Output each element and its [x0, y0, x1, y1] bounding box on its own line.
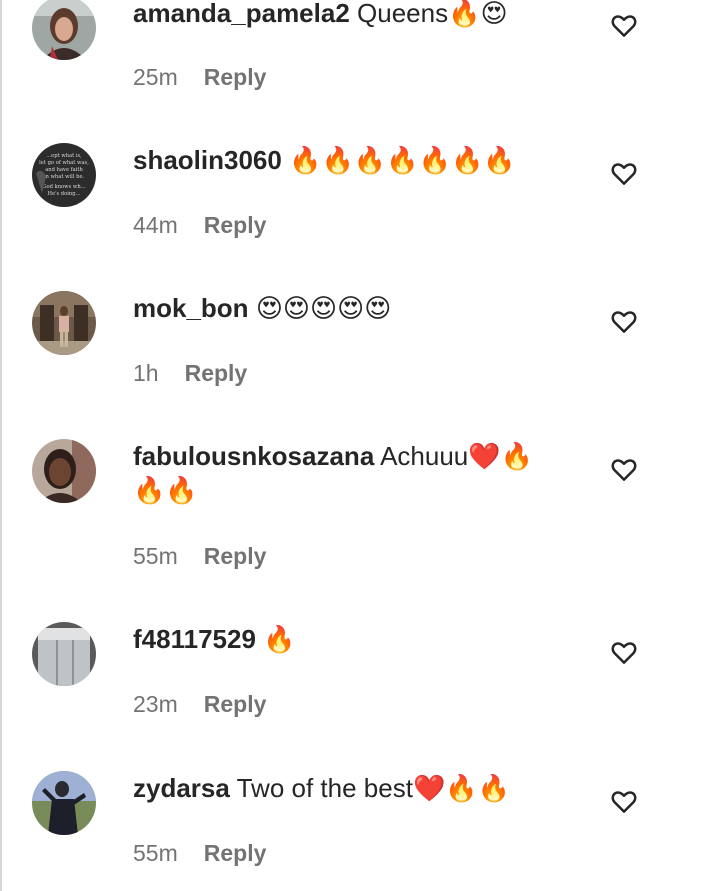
reply-button[interactable]: Reply: [204, 64, 267, 91]
comment-body: amanda_pamela2 Queens🔥😍: [133, 0, 573, 30]
avatar-text-line: He's doing...: [47, 191, 80, 197]
heart-outline-icon[interactable]: [609, 306, 639, 336]
timestamp: 23m: [133, 691, 178, 717]
comment-meta: 44m Reply: [133, 212, 266, 239]
timestamp: 25m: [133, 64, 178, 90]
heart-outline-icon[interactable]: [609, 10, 639, 40]
comment-meta: 25m Reply: [133, 64, 266, 91]
username[interactable]: mok_bon: [133, 293, 249, 323]
heart-outline-icon[interactable]: [609, 786, 639, 816]
username[interactable]: f48117529: [133, 624, 256, 654]
reply-button[interactable]: Reply: [204, 543, 267, 570]
comment-text: Two of the best: [236, 773, 413, 803]
heart-outline-icon[interactable]: [609, 637, 639, 667]
avatar-text-line: God knows wh...: [42, 184, 86, 190]
heart-outline-icon[interactable]: [609, 454, 639, 484]
comment-emoji: ❤️🔥🔥: [412, 773, 511, 803]
comment-emoji: 🔥🔥🔥🔥🔥🔥🔥: [289, 145, 516, 175]
reply-button[interactable]: Reply: [204, 691, 267, 718]
username[interactable]: shaolin3060: [133, 145, 282, 175]
heart-outline-icon[interactable]: [609, 158, 639, 188]
comment-line: fabulousnkosazana Achuuu❤️🔥: [133, 439, 573, 473]
avatar[interactable]: [32, 622, 96, 686]
comment-line: mok_bon 😍😍😍😍😍: [133, 291, 573, 325]
comment-meta: 55m Reply: [133, 840, 266, 867]
comment-body: f48117529 🔥: [133, 622, 573, 656]
timestamp: 55m: [133, 840, 178, 866]
avatar-text-line: in what will be.: [44, 174, 85, 180]
comment-text: Achuuu: [380, 441, 469, 471]
comment-emoji: 😍😍😍😍😍: [255, 293, 392, 323]
comment-body: mok_bon 😍😍😍😍😍: [133, 291, 573, 325]
avatar[interactable]: [32, 771, 96, 835]
avatar-text-line: and have faith: [45, 167, 83, 173]
avatar[interactable]: [32, 439, 96, 503]
reply-button[interactable]: Reply: [204, 212, 267, 239]
avatar[interactable]: ...ept what is, let go of what was, and …: [32, 143, 96, 207]
timestamp: 44m: [133, 212, 178, 238]
comment-line: f48117529 🔥: [133, 622, 573, 656]
comment-line: shaolin3060 🔥🔥🔥🔥🔥🔥🔥: [133, 143, 573, 177]
comment-meta: 55m Reply: [133, 543, 266, 570]
comment-text: Queens: [357, 0, 449, 28]
comment-emoji: 🔥😍: [448, 0, 508, 28]
username[interactable]: zydarsa: [133, 773, 230, 803]
avatar[interactable]: [32, 0, 96, 60]
comment-line: amanda_pamela2 Queens🔥😍: [133, 0, 573, 30]
comment-emoji: 🔥🔥: [133, 475, 198, 505]
username[interactable]: fabulousnkosazana: [133, 441, 374, 471]
comment-meta: 1h Reply: [133, 360, 247, 387]
username[interactable]: amanda_pamela2: [133, 0, 350, 28]
comment-line: 🔥🔥: [133, 473, 573, 507]
avatar[interactable]: [32, 291, 96, 355]
timestamp: 1h: [133, 360, 159, 386]
comment-emoji: ❤️🔥: [468, 441, 534, 471]
comment-body: shaolin3060 🔥🔥🔥🔥🔥🔥🔥: [133, 143, 573, 177]
avatar-text-line: let go of what was,: [39, 160, 89, 166]
timestamp: 55m: [133, 543, 178, 569]
avatar-text-line: ...ept what is,: [46, 153, 82, 159]
comment-line: zydarsa Two of the best❤️🔥🔥: [133, 771, 573, 805]
comment-meta: 23m Reply: [133, 691, 266, 718]
comment-body: zydarsa Two of the best❤️🔥🔥: [133, 771, 573, 805]
comment-body: fabulousnkosazana Achuuu❤️🔥 🔥🔥: [133, 439, 573, 507]
left-border: [0, 0, 2, 891]
reply-button[interactable]: Reply: [204, 840, 267, 867]
comment-emoji: 🔥: [263, 624, 296, 654]
reply-button[interactable]: Reply: [185, 360, 248, 387]
